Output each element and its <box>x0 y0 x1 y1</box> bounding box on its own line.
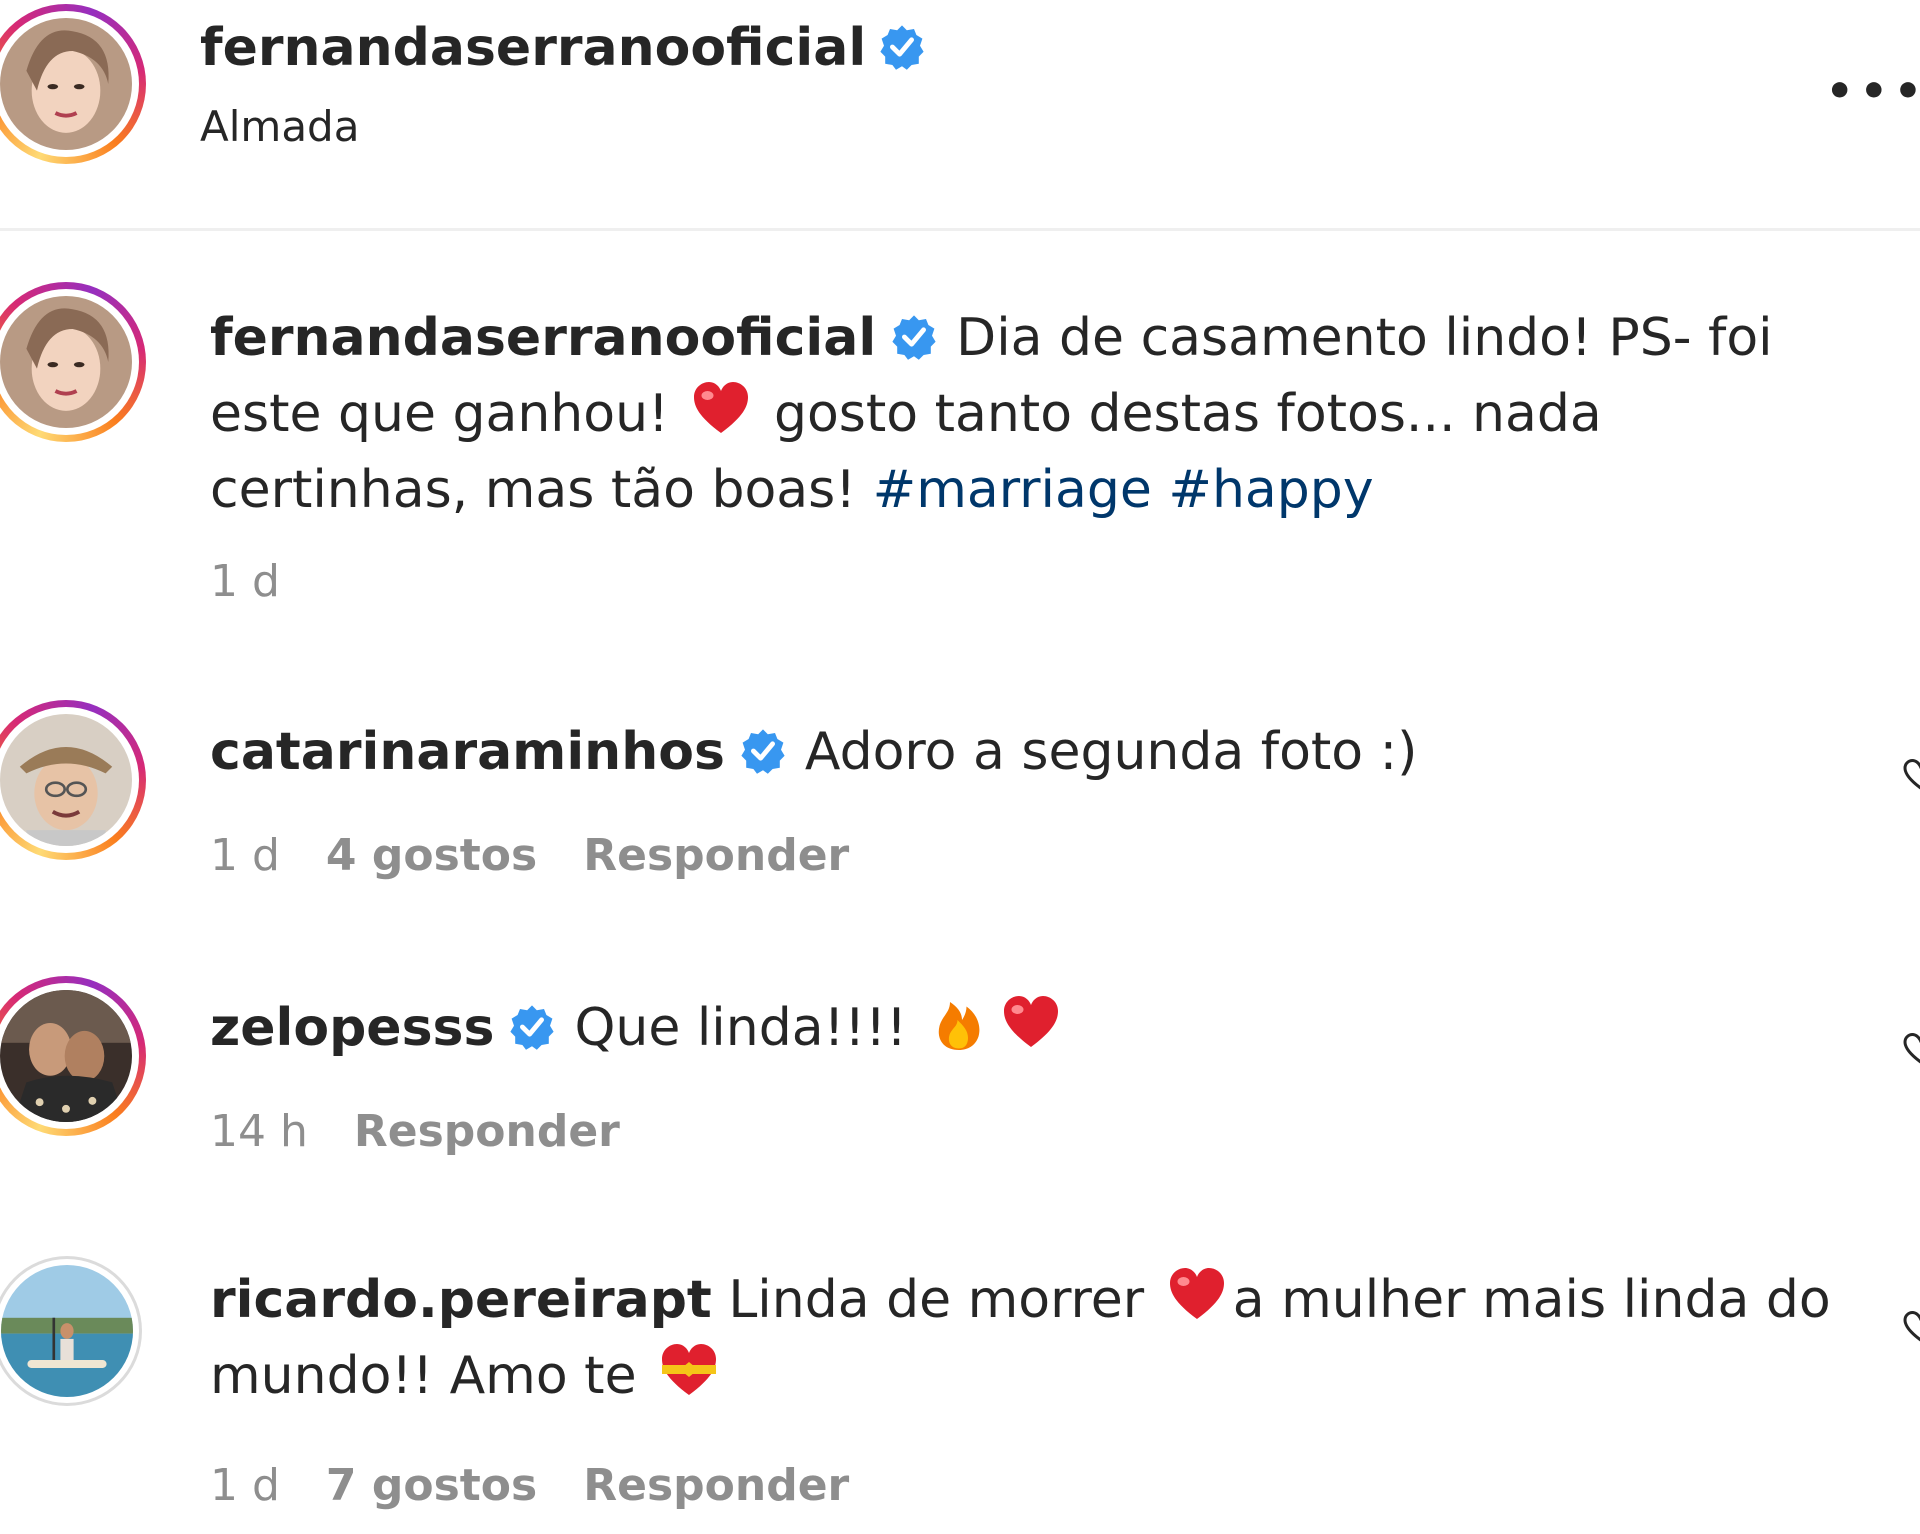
comment-meta: 1 d 7 gostos Responder <box>210 1460 849 1511</box>
heart-outline-icon[interactable] <box>1902 756 1920 792</box>
header-avatar[interactable] <box>0 4 146 164</box>
comment-text: zelopesss Que linda!!!! <box>210 990 1860 1066</box>
comment-username[interactable]: zelopesss <box>210 998 494 1058</box>
comment-timestamp[interactable]: 14 h <box>210 1106 308 1157</box>
comment-username[interactable]: catarinaraminhos <box>210 722 725 782</box>
heart-with-ribbon-emoji <box>659 1341 719 1401</box>
comment-avatar[interactable] <box>0 700 146 860</box>
verified-badge-icon <box>739 727 787 775</box>
heart-outline-icon[interactable] <box>1902 1030 1920 1066</box>
fire-emoji <box>929 993 989 1053</box>
comment-text: catarinaraminhos Adoro a segunda foto :) <box>210 714 1860 790</box>
comment-username[interactable]: ricardo.pereirapt <box>210 1270 712 1330</box>
caption-username[interactable]: fernandaserranooficial <box>210 308 876 368</box>
post-location[interactable]: Almada <box>200 102 359 151</box>
comment-timestamp[interactable]: 1 d <box>210 830 280 881</box>
caption-timestamp[interactable]: 1 d <box>210 556 280 607</box>
verified-badge-icon <box>508 1003 556 1051</box>
caption-text: fernandaserranooficial Dia de casamento l… <box>210 300 1860 528</box>
reply-button[interactable]: Responder <box>583 1460 849 1511</box>
header-username[interactable]: fernandaserranooficial <box>200 18 944 78</box>
comment-meta: 1 d 4 gostos Responder <box>210 830 849 881</box>
caption-avatar[interactable] <box>0 282 146 442</box>
comment-meta: 14 h Responder <box>210 1106 620 1157</box>
hashtag-link[interactable]: #happy <box>1168 460 1373 520</box>
red-heart-emoji <box>1167 1265 1227 1325</box>
header-username-text[interactable]: fernandaserranooficial <box>200 18 866 78</box>
red-heart-emoji <box>691 379 751 439</box>
likes-count[interactable]: 7 gostos <box>326 1460 537 1511</box>
reply-button[interactable]: Responder <box>354 1106 620 1157</box>
likes-count[interactable]: 4 gostos <box>326 830 537 881</box>
more-options-button[interactable]: ••• <box>1826 66 1920 117</box>
comment-avatar[interactable] <box>0 1256 142 1406</box>
comment-text: ricardo.pereirapt Linda de morrer a mulh… <box>210 1262 1860 1414</box>
comment-body: Linda de morrer <box>728 1270 1145 1330</box>
comment-avatar[interactable] <box>0 976 146 1136</box>
caption-meta: 1 d <box>210 556 280 607</box>
verified-badge-icon <box>890 313 938 361</box>
heart-outline-icon[interactable] <box>1902 1308 1920 1344</box>
red-heart-emoji <box>1001 993 1061 1053</box>
comment-timestamp[interactable]: 1 d <box>210 1460 280 1511</box>
hashtag-link[interactable]: #marriage <box>873 460 1152 520</box>
comment-body: Que linda!!!! <box>574 998 907 1058</box>
reply-button[interactable]: Responder <box>583 830 849 881</box>
comment-body: Adoro a segunda foto :) <box>804 722 1418 782</box>
divider <box>0 228 1920 231</box>
verified-badge-icon <box>878 23 926 71</box>
